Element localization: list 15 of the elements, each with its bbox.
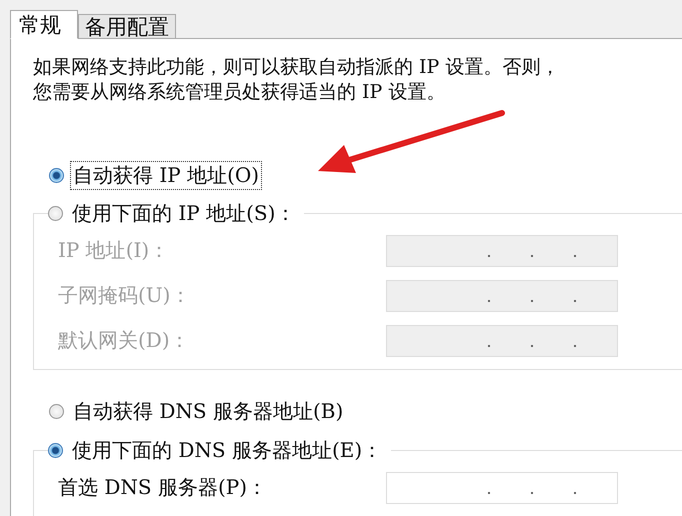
ip-address-field[interactable] — [386, 472, 618, 504]
field-label: IP 地址(I)： — [58, 237, 170, 264]
radio-button[interactable] — [49, 404, 64, 418]
radio-button[interactable] — [48, 442, 63, 458]
ip-address-field[interactable] — [386, 234, 618, 266]
ip-address-field[interactable] — [386, 280, 618, 312]
field-label: 默认网关(D)： — [58, 327, 191, 354]
tab[interactable]: 备用配置 — [78, 14, 176, 39]
description-text: 如果网络支持此功能，则可以获取自动指派的 IP 设置。否则，您需要从网络系统管理员处获得适当的 IP 设置。 — [33, 55, 560, 105]
field-label: 首选 DNS 服务器(P)： — [58, 474, 268, 501]
field-label: 子网掩码(U)： — [58, 282, 192, 309]
tab[interactable]: 常规 — [10, 10, 78, 39]
ip-address-field[interactable] — [386, 324, 618, 356]
radio-button[interactable] — [49, 168, 64, 182]
radio-button[interactable] — [48, 206, 63, 220]
